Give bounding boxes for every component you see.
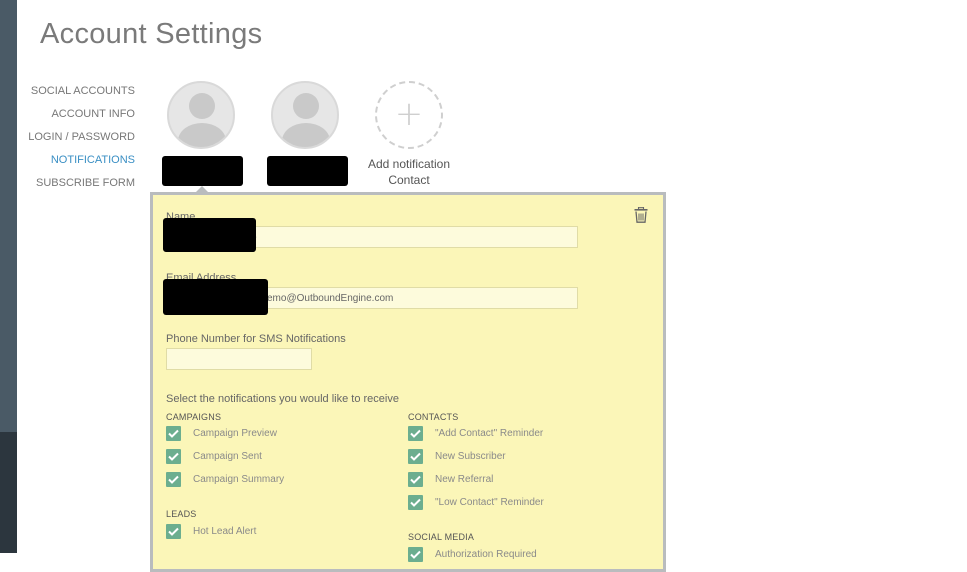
check-icon [408,546,423,562]
redacted-contact-name [162,156,243,186]
group-title-contacts: CONTACTS [408,412,459,422]
phone-field[interactable] [166,348,312,370]
add-contact-label-line1: Add notification [367,157,451,171]
check-icon [408,448,423,464]
check-label: "Low Contact" Reminder [435,496,544,508]
trash-icon[interactable] [634,207,648,223]
check-label: Hot Lead Alert [193,525,257,537]
nav-item-notifications[interactable]: NOTIFICATIONS [20,149,135,172]
nav-item-subscribe-form[interactable]: SUBSCRIBE FORM [20,172,135,195]
user-avatar-icon [271,81,339,149]
checkbox-low-contact-reminder[interactable]: "Low Contact" Reminder [408,494,544,510]
nav-item-login-password[interactable]: LOGIN / PASSWORD [20,126,135,149]
check-icon [166,448,181,464]
checkbox-hot-lead-alert[interactable]: Hot Lead Alert [166,523,256,539]
check-label: Campaign Summary [193,473,285,485]
check-label: Authorization Required [435,548,537,560]
check-label: New Subscriber [435,450,506,462]
nav-item-account-info[interactable]: ACCOUNT INFO [20,103,135,126]
group-title-campaigns: CAMPAIGNS [166,412,222,422]
settings-nav: SOCIAL ACCOUNTS ACCOUNT INFO LOGIN / PAS… [20,80,135,195]
checkbox-campaign-preview[interactable]: Campaign Preview [166,425,277,441]
check-label: Campaign Preview [193,427,277,439]
checkbox-campaign-sent[interactable]: Campaign Sent [166,448,262,464]
check-icon [408,494,423,510]
app-sidebar-rail-lower [0,432,17,553]
check-icon [408,425,423,441]
check-icon [166,471,181,487]
check-icon [166,425,181,441]
app-sidebar-rail [0,0,17,553]
notification-contact-1[interactable] [161,81,241,149]
user-avatar-icon [167,81,235,149]
check-icon [408,471,423,487]
redacted-contact-name [267,156,348,186]
plus-icon: + [375,81,443,149]
redacted-email [163,279,268,315]
nav-item-social-accounts[interactable]: SOCIAL ACCOUNTS [20,80,135,103]
notification-contact-2[interactable] [265,81,345,149]
phone-label: Phone Number for SMS Notifications [166,333,346,345]
checkbox-new-subscriber[interactable]: New Subscriber [408,448,506,464]
add-contact-label-line2: Contact [388,173,430,187]
check-label: "Add Contact" Reminder [435,427,544,439]
notifications-intro: Select the notifications you would like … [166,393,399,405]
checkbox-new-referral[interactable]: New Referral [408,471,493,487]
add-notification-contact-button[interactable]: + Add notification Contact [360,81,458,188]
contact-settings-panel: Name Email Address Phone Number for SMS … [150,192,666,572]
checkbox-add-contact-reminder[interactable]: "Add Contact" Reminder [408,425,543,441]
group-title-social-media: SOCIAL MEDIA [408,532,475,542]
checkbox-campaign-summary[interactable]: Campaign Summary [166,471,284,487]
group-title-leads: LEADS [166,509,197,519]
check-label: Campaign Sent [193,450,262,462]
checkbox-authorization-required[interactable]: Authorization Required [408,546,537,562]
check-label: New Referral [435,473,494,485]
page-title: Account Settings [40,18,263,50]
redacted-name [163,218,256,252]
check-icon [166,523,181,539]
